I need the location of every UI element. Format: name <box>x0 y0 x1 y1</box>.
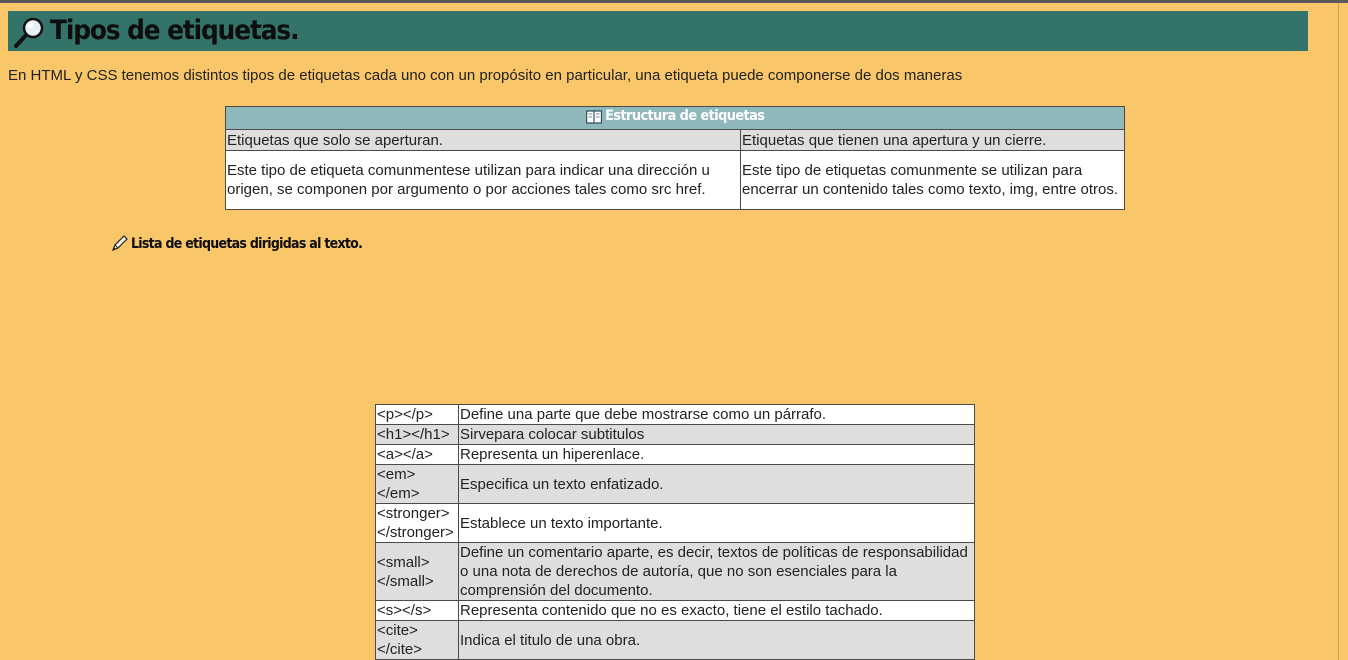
tag-cell: <cite></cite> <box>375 620 459 660</box>
tag-cell: <stronger></stronger> <box>375 503 459 543</box>
structure-table-caption-cell: Estructura de etiquetas <box>225 106 1125 130</box>
header-open-only: Etiquetas que solo se aperturan. <box>225 129 741 151</box>
list-heading: Lista de etiquetas dirigidas al texto. <box>110 234 388 253</box>
desc-cell: Indica el titulo de una obra. <box>458 620 975 660</box>
intro-paragraph: En HTML y CSS tenemos distintos tipos de… <box>8 67 963 84</box>
desc-cell: Representa un hiperenlace. <box>458 444 975 465</box>
table-row: <a></a> Representa un hiperenlace. <box>375 444 975 465</box>
table-row: <p></p> Define una parte que debe mostra… <box>375 404 975 425</box>
table-row: <cite></cite> Indica el titulo de una ob… <box>375 620 975 660</box>
structure-table-caption: Estructura de etiquetas <box>586 107 765 126</box>
desc-cell: Define un comentario aparte, es decir, t… <box>458 542 975 601</box>
structure-table-caption-row: Estructura de etiquetas <box>225 106 1125 130</box>
right-edge-line <box>1338 3 1339 660</box>
table-row: <stronger></stronger> Establece un texto… <box>375 503 975 543</box>
table-row: <h1></h1> Sirvepara colocar subtitulos <box>375 424 975 445</box>
desc-cell: Especifica un texto enfatizado. <box>458 464 975 504</box>
desc-cell: Define una parte que debe mostrarse como… <box>458 404 975 425</box>
description-open-close: Este tipo de etiquetas comunmente se uti… <box>740 150 1125 210</box>
structure-table-header-row: Etiquetas que solo se aperturan. Etiquet… <box>225 129 1125 151</box>
structure-table-caption-text: Estructura de etiquetas <box>604 108 765 124</box>
header-open-close: Etiquetas que tienen una apertura y un c… <box>740 129 1125 151</box>
tag-cell: <em></em> <box>375 464 459 504</box>
desc-cell: Representa contenido que no es exacto, t… <box>458 600 975 621</box>
tag-cell: <small></small> <box>375 542 459 601</box>
description-open-only: Este tipo de etiqueta comunmentese utili… <box>225 150 741 210</box>
list-heading-text: Lista de etiquetas dirigidas al texto. <box>131 235 363 252</box>
desc-cell: Sirvepara colocar subtitulos <box>458 424 975 445</box>
tag-cell: <s></s> <box>375 600 459 621</box>
page-title: Tipos de etiquetas. <box>50 15 300 46</box>
window-top-border <box>0 0 1348 3</box>
table-row: <em></em> Especifica un texto enfatizado… <box>375 464 975 504</box>
table-row: <small></small> Define un comentario apa… <box>375 542 975 601</box>
tag-cell: <p></p> <box>375 404 459 425</box>
tags-table: <p></p> Define una parte que debe mostra… <box>375 404 975 660</box>
structure-table-description-row: Este tipo de etiqueta comunmentese utili… <box>225 150 1125 210</box>
pen-icon <box>111 235 128 252</box>
table-row: <s></s> Representa contenido que no es e… <box>375 600 975 621</box>
tag-cell: <a></a> <box>375 444 459 465</box>
magnifier-icon <box>14 17 44 48</box>
page-header: Tipos de etiquetas. <box>8 11 1308 51</box>
structure-table: Estructura de etiquetas Etiquetas que so… <box>225 106 1125 210</box>
desc-cell: Establece un texto importante. <box>458 503 975 543</box>
tag-cell: <h1></h1> <box>375 424 459 445</box>
book-icon <box>586 110 602 124</box>
